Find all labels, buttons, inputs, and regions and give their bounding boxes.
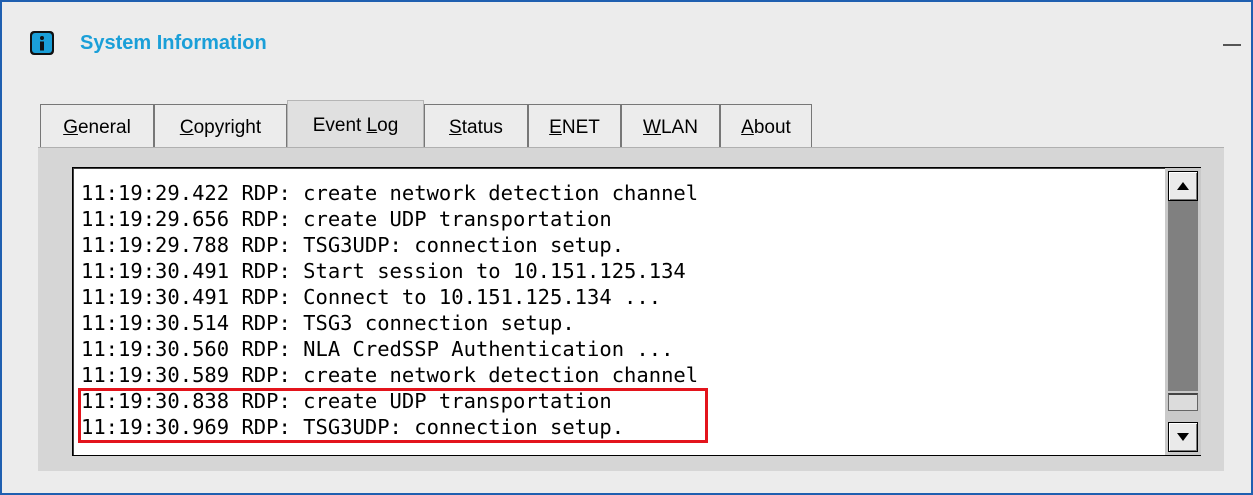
tab-label-mnemonic: A: [741, 116, 754, 138]
tab-copyright[interactable]: Copyright: [154, 104, 287, 150]
tab-wlan[interactable]: WLAN: [621, 104, 720, 150]
tab-label-suffix: tatus: [461, 116, 503, 138]
tab-label-suffix: eneral: [77, 116, 131, 138]
scroll-up-button[interactable]: [1168, 171, 1198, 201]
event-log-textbox[interactable]: 11:19:29.422 RDP: create network detecti…: [72, 167, 1201, 456]
tab-label-mnemonic: W: [643, 116, 661, 138]
log-line: 11:19:29.422 RDP: create network detecti…: [81, 181, 699, 205]
tab-label-mnemonic: S: [449, 116, 462, 138]
log-line: 11:19:30.491 RDP: Connect to 10.151.125.…: [81, 285, 662, 309]
tab-label: About: [741, 117, 791, 139]
tab-label: General: [63, 117, 131, 139]
tab-bar: General Copyright Event Log Status ENET WLAN A…: [40, 100, 812, 150]
tab-label-suffix: bout: [753, 116, 791, 138]
tab-label-mnemonic: L: [366, 114, 378, 136]
tab-label-mnemonic: E: [549, 116, 562, 138]
tab-event-log[interactable]: Event Log: [287, 100, 424, 150]
tab-label: ENET: [549, 117, 600, 139]
tab-label: Copyright: [180, 117, 261, 139]
tab-label-mnemonic: C: [179, 116, 194, 138]
minimize-icon[interactable]: [1219, 30, 1245, 56]
vertical-scrollbar[interactable]: [1165, 168, 1201, 455]
tab-label-suffix: og: [377, 114, 399, 136]
tab-general[interactable]: General: [40, 104, 154, 150]
title-bar: System Information: [2, 2, 1251, 86]
log-line: 11:19:30.491 RDP: Start session to 10.15…: [81, 259, 686, 283]
tab-label-prefix: Event: [312, 114, 367, 136]
log-line: 11:19:30.589 RDP: create network detecti…: [81, 363, 699, 387]
tab-label-mnemonic: G: [63, 116, 78, 138]
log-line: 11:19:30.560 RDP: NLA CredSSP Authentica…: [81, 337, 674, 361]
scroll-down-button[interactable]: [1168, 422, 1198, 452]
tab-about[interactable]: About: [720, 104, 812, 150]
arrow-down-icon: [1177, 433, 1189, 441]
tab-label: Event Log: [313, 115, 399, 137]
tab-label-suffix: opyright: [193, 116, 262, 138]
window-title: System Information: [80, 32, 267, 54]
scroll-thumb-end[interactable]: [1168, 393, 1198, 411]
scroll-track[interactable]: [1168, 201, 1198, 422]
tab-enet[interactable]: ENET: [528, 104, 621, 150]
tab-label: WLAN: [643, 117, 698, 139]
scroll-thumb[interactable]: [1168, 201, 1198, 391]
tab-label-suffix: NET: [561, 116, 600, 138]
info-icon: [30, 31, 54, 55]
tab-label-suffix: LAN: [660, 116, 698, 138]
highlight-box: [78, 388, 708, 443]
tab-status[interactable]: Status: [424, 104, 528, 150]
log-line: 11:19:30.514 RDP: TSG3 connection setup.: [81, 311, 575, 335]
arrow-up-icon: [1177, 182, 1189, 190]
log-line: 11:19:29.788 RDP: TSG3UDP: connection se…: [81, 233, 625, 257]
log-line: 11:19:29.656 RDP: create UDP transportat…: [81, 207, 612, 231]
tab-label: Status: [449, 117, 503, 139]
